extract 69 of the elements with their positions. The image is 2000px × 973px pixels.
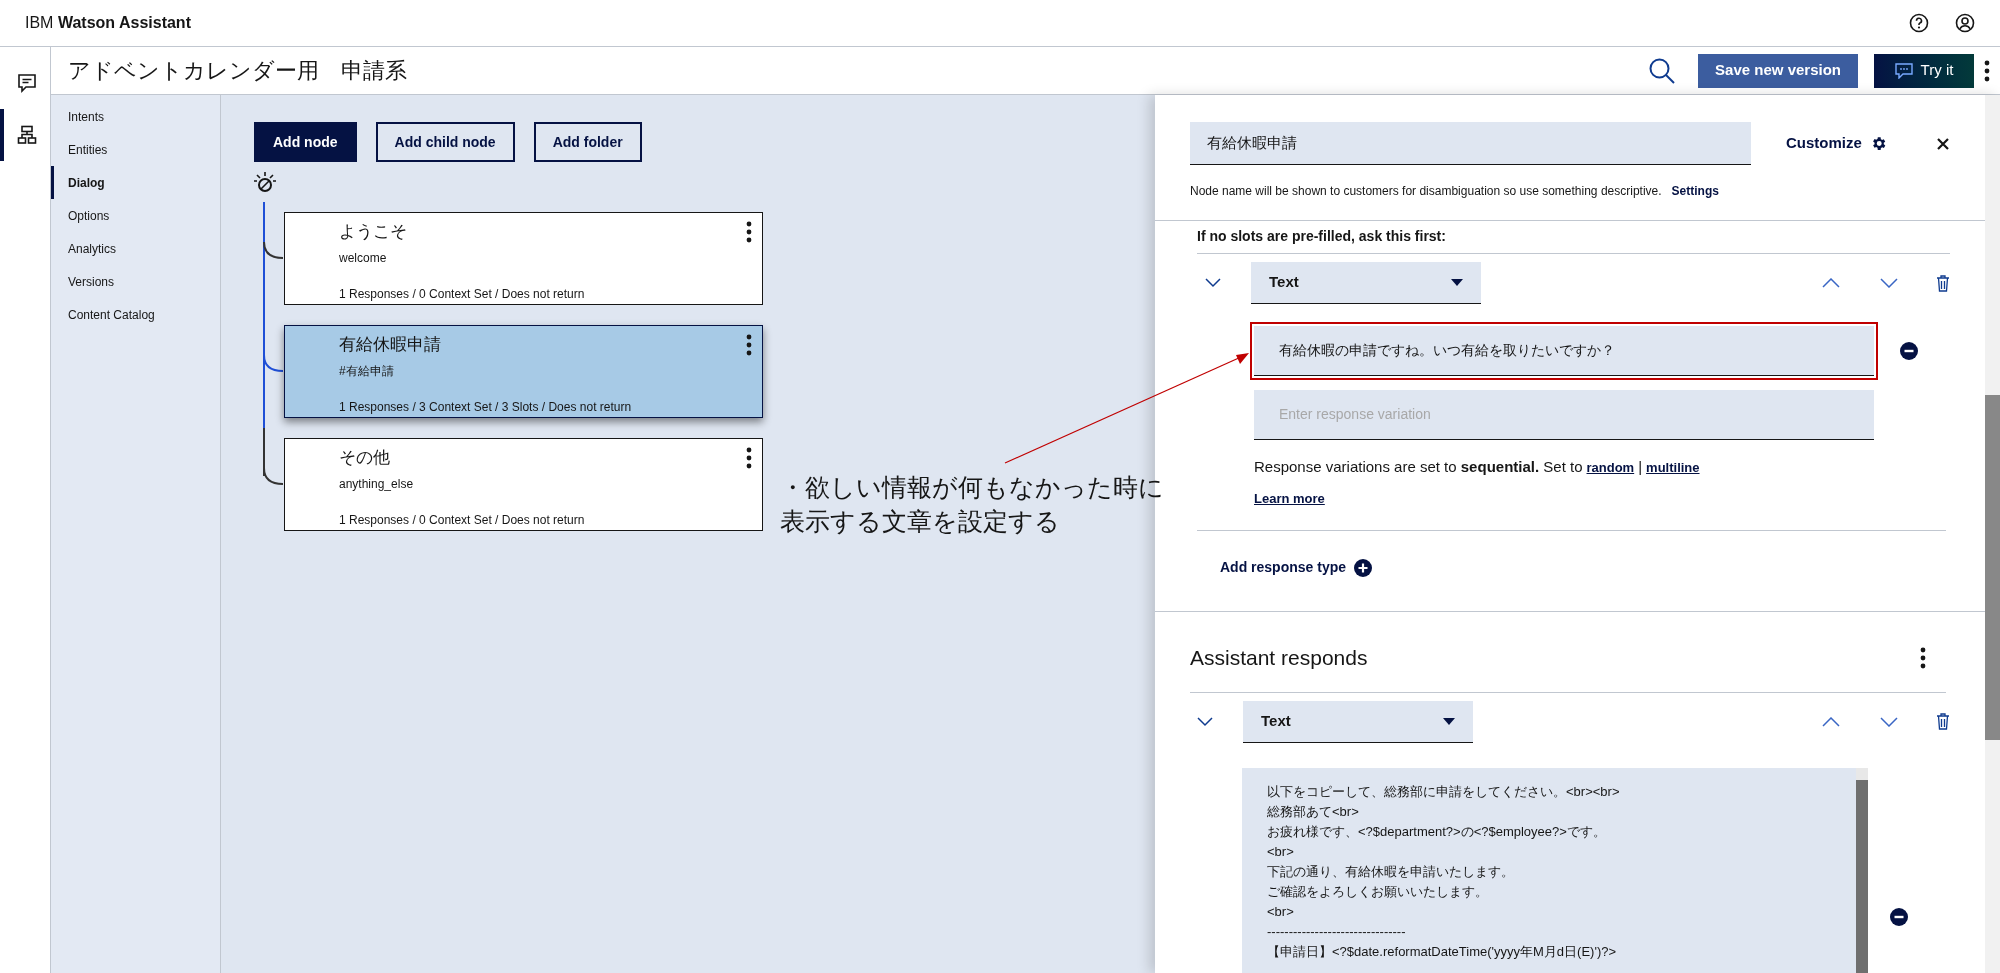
- response-type-dropdown[interactable]: Text: [1251, 262, 1481, 304]
- collapse-icon[interactable]: [1197, 716, 1213, 727]
- customize-button[interactable]: Customize: [1786, 132, 1887, 155]
- section-menu-icon[interactable]: [1920, 646, 1926, 669]
- response-type-dropdown[interactable]: Text: [1243, 700, 1473, 743]
- settings-link[interactable]: Settings: [1671, 182, 1719, 200]
- remove-icon[interactable]: [1900, 342, 1918, 360]
- tree-icon: [17, 125, 37, 145]
- multiline-link[interactable]: multiline: [1646, 457, 1700, 477]
- remove-icon[interactable]: [1890, 907, 1908, 926]
- move-up-icon[interactable]: [1822, 716, 1840, 727]
- sidebar-item[interactable]: Entities: [51, 133, 220, 166]
- response-text-field[interactable]: 以下をコピーして、総務部に申請をしてください。<br><br> 総務部あて<br> お疲れ様です、<?$department?>の<?$employee?>です。 <br> 下記の通り、有給休暇を申請いたします。 ご確認をよろしくお願いいたします。 <br> -------------------------------- 【申請日】<?$date.reformatDateTime('yyyy年M月d日(E)')?>: [1242, 767, 1868, 973]
- annotation-text: ・欲しい情報が何もなかった時に 表示する文章を設定する: [780, 472, 1164, 537]
- node-menu-icon[interactable]: [746, 447, 752, 469]
- caret-icon: [1451, 279, 1463, 286]
- node-title: その他: [339, 447, 390, 469]
- node-summary: 1 Responses / 3 Context Set / 3 Slots / Does not return: [339, 398, 633, 416]
- learn-more-link[interactable]: Learn more: [1254, 488, 1325, 508]
- helper-text: Node name will be shown to customers for disambiguation so use something descriptive.: [1190, 183, 1662, 200]
- move-down-icon[interactable]: [1880, 716, 1898, 727]
- random-link[interactable]: random: [1586, 457, 1635, 477]
- toolbar-button[interactable]: Add node: [254, 122, 357, 162]
- sidebar-item[interactable]: Versions: [51, 265, 220, 298]
- plus-icon: [1354, 558, 1373, 577]
- section-title: Assistant responds: [1190, 645, 1368, 671]
- scrollbar[interactable]: [1856, 767, 1868, 973]
- response-variation-field[interactable]: 有給休暇の申請ですね。いつ有給を取りたいですか？: [1254, 326, 1874, 376]
- variation-mode-text: Response variations are set to sequential. Set to: [1254, 457, 1583, 477]
- node-title: ようこそ: [339, 221, 407, 243]
- node-summary: 1 Responses / 0 Context Set / Does not return: [339, 511, 586, 529]
- scrollbar[interactable]: [1985, 95, 2000, 973]
- overflow-menu-icon[interactable]: [1984, 59, 1990, 82]
- sidebar-item[interactable]: Analytics: [51, 232, 220, 265]
- node-menu-icon[interactable]: [746, 221, 752, 243]
- save-version-button[interactable]: Save new version: [1698, 53, 1858, 88]
- move-down-icon[interactable]: [1880, 278, 1898, 288]
- sidebar-item[interactable]: Content Catalog: [51, 298, 220, 331]
- sidebar-item[interactable]: Intents: [51, 100, 220, 133]
- brand-name: IBM Watson Assistant: [25, 13, 191, 33]
- chat-icon: [17, 73, 37, 93]
- node-condition: #有給申請: [339, 362, 395, 380]
- help-icon[interactable]: [1909, 13, 1929, 33]
- node-summary: 1 Responses / 0 Context Set / Does not return: [339, 285, 586, 303]
- trash-icon[interactable]: [1936, 713, 1950, 730]
- node-menu-icon[interactable]: [746, 334, 752, 356]
- add-response-type-button[interactable]: Add response type: [1220, 557, 1373, 578]
- chat-icon: [1894, 62, 1913, 79]
- toolbar-button[interactable]: Add folder: [533, 122, 642, 162]
- separator-text: |: [1638, 457, 1643, 477]
- search-icon[interactable]: [1648, 56, 1677, 85]
- dialog-node-card[interactable]: 有給休暇申請 #有給申請 1 Responses / 3 Context Set / 3 Slots / Does not return: [284, 325, 763, 418]
- dialog-node-card[interactable]: その他 anything_else 1 Responses / 0 Context Set / Does not return: [284, 438, 763, 531]
- toolbar-button[interactable]: Add child node: [375, 122, 515, 162]
- sidebar-item[interactable]: Options: [51, 199, 220, 232]
- node-title: 有給休暇申請: [339, 334, 441, 356]
- caret-icon: [1443, 717, 1455, 725]
- workspace-title: アドベントカレンダー用 申請系: [68, 57, 407, 85]
- node-condition: anything_else: [339, 475, 415, 493]
- slot-prompt-label: If no slots are pre-filled, ask this first:: [1197, 226, 1950, 254]
- node-name-field[interactable]: 有給休暇申請: [1190, 122, 1751, 165]
- dialog-node-card[interactable]: ようこそ welcome 1 Responses / 0 Context Set / Does not return: [284, 212, 763, 305]
- try-it-button[interactable]: Try it: [1874, 53, 1974, 88]
- user-icon[interactable]: [1955, 13, 1975, 33]
- node-condition: welcome: [339, 249, 388, 267]
- move-up-icon[interactable]: [1822, 278, 1840, 288]
- collapse-icon[interactable]: [1205, 278, 1221, 288]
- close-icon[interactable]: [1936, 137, 1949, 150]
- trash-icon[interactable]: [1936, 274, 1950, 292]
